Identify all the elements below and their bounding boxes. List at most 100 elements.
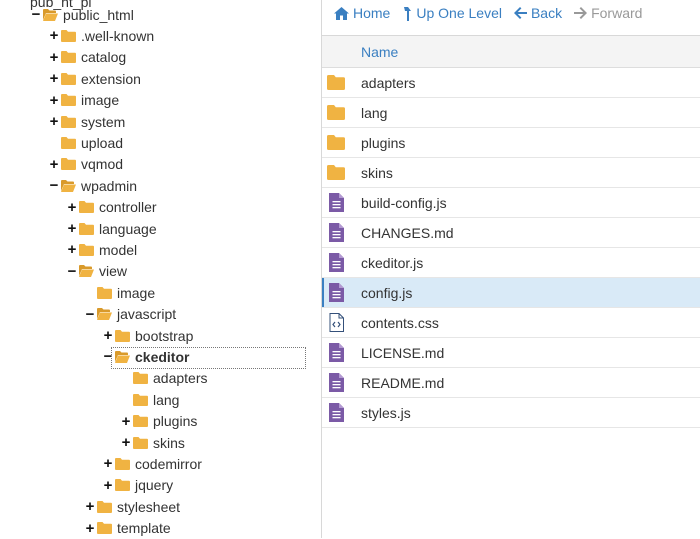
folder-icon [79, 243, 94, 256]
file-row[interactable]: config.js [322, 278, 700, 308]
tree-item-label: skins [153, 434, 185, 451]
file-name: ckeditor.js [361, 254, 424, 271]
expand-icon[interactable]: + [48, 154, 60, 175]
tree-item-public-html[interactable]: − public_html [30, 4, 136, 25]
tree-item-language[interactable]: + language [66, 218, 159, 239]
file-row[interactable]: plugins [322, 128, 700, 158]
folder-icon [97, 286, 112, 299]
file-name: CHANGES.md [361, 224, 454, 241]
file-name: styles.js [361, 404, 411, 421]
folder-open-icon [61, 179, 76, 192]
expand-icon[interactable]: + [66, 218, 78, 239]
tree-item-system[interactable]: + system [48, 111, 127, 132]
tree-item-image[interactable]: image [84, 282, 157, 303]
file-row[interactable]: lang [322, 98, 700, 128]
tree-item-codemirror[interactable]: + codemirror [102, 453, 204, 474]
expand-icon[interactable]: + [84, 518, 96, 538]
file-row[interactable]: skins [322, 158, 700, 188]
tree-item-stylesheet[interactable]: + stylesheet [84, 496, 182, 517]
folder-icon [79, 222, 94, 235]
expand-icon[interactable]: + [48, 90, 60, 111]
file-row[interactable]: ckeditor.js [322, 248, 700, 278]
folder-icon [115, 479, 130, 492]
tree-item-controller[interactable]: + controller [66, 197, 159, 218]
expand-icon[interactable]: + [66, 239, 78, 260]
file-row[interactable]: styles.js [322, 398, 700, 428]
tree-item-label: controller [99, 199, 157, 216]
tree-item-upload[interactable]: upload [48, 132, 125, 153]
file-row[interactable]: adapters [322, 68, 700, 98]
tree-item-label: image [117, 284, 156, 301]
tree-selection-box [111, 347, 306, 369]
tree-item-view[interactable]: − view [66, 261, 129, 282]
tree-item-label: extension [81, 70, 141, 87]
tree-item-adapters[interactable]: adapters [120, 368, 209, 389]
tree-item-well-known[interactable]: + .well-known [48, 25, 156, 46]
up-one-level-button[interactable]: Up One Level [402, 5, 502, 21]
tree-item-label: public_html [63, 6, 134, 23]
tree-item-label: wpadmin [81, 177, 138, 194]
expand-icon[interactable]: + [120, 432, 132, 453]
tree-item-label: jquery [135, 477, 174, 494]
expand-icon[interactable]: + [48, 25, 60, 46]
arrow-left-icon [513, 7, 527, 19]
tree-item-model[interactable]: + model [66, 239, 139, 260]
file-row[interactable]: contents.css [322, 308, 700, 338]
file-name: build-config.js [361, 194, 447, 211]
tree-item-extension[interactable]: + extension [48, 68, 143, 89]
expand-icon[interactable]: + [102, 453, 114, 474]
tree-item-label: view [99, 263, 128, 280]
expand-icon[interactable]: + [48, 68, 60, 89]
tree-item-bootstrap[interactable]: + bootstrap [102, 325, 195, 346]
tree-item-javascript[interactable]: − javascript [84, 304, 178, 325]
folder-icon [61, 51, 76, 64]
tree-item-image[interactable]: + image [48, 90, 121, 111]
code-file-icon [327, 313, 345, 333]
text-file-icon [327, 253, 345, 273]
file-name: contents.css [361, 314, 439, 331]
expand-icon[interactable]: + [66, 197, 78, 218]
tree-item-template[interactable]: + template [84, 518, 173, 538]
folder-icon [61, 115, 76, 128]
tree-item-wpadmin[interactable]: − wpadmin [48, 175, 139, 196]
forward-button[interactable]: Forward [574, 5, 642, 21]
tree-item-label: adapters [153, 370, 208, 387]
folder-open-icon [43, 8, 58, 21]
folder-icon [79, 201, 94, 214]
file-row[interactable]: build-config.js [322, 188, 700, 218]
file-row[interactable]: CHANGES.md [322, 218, 700, 248]
file-row[interactable]: README.md [322, 368, 700, 398]
collapse-icon[interactable]: − [66, 261, 78, 282]
home-button[interactable]: Home [334, 5, 390, 21]
collapse-icon[interactable]: − [30, 4, 42, 25]
back-button[interactable]: Back [513, 5, 563, 21]
folder-icon [133, 393, 148, 406]
folder-icon [61, 158, 76, 171]
folder-icon [61, 72, 76, 85]
expand-icon[interactable]: + [84, 496, 96, 517]
tree-item-plugins[interactable]: + plugins [120, 411, 199, 432]
folder-icon [61, 29, 76, 42]
expand-icon[interactable]: + [48, 47, 60, 68]
collapse-icon[interactable]: − [84, 304, 96, 325]
tree-item-label: stylesheet [117, 498, 181, 515]
tree-item-skins[interactable]: + skins [120, 432, 187, 453]
expand-icon[interactable]: + [48, 111, 60, 132]
folder-icon [61, 94, 76, 107]
expand-icon[interactable]: + [120, 411, 132, 432]
forward-label: Forward [591, 5, 643, 21]
collapse-icon[interactable]: − [48, 175, 60, 196]
text-file-icon [327, 343, 345, 363]
name-column-header[interactable]: Name [361, 44, 398, 60]
tree-item-vqmod[interactable]: + vqmod [48, 154, 125, 175]
tree-item-lang[interactable]: lang [120, 389, 181, 410]
expand-icon[interactable]: + [102, 325, 114, 346]
expand-icon[interactable]: + [102, 475, 114, 496]
back-label: Back [530, 5, 563, 21]
folder-icon [133, 436, 148, 449]
folder-icon [97, 522, 112, 535]
tree-item-jquery[interactable]: + jquery [102, 475, 175, 496]
tree-item-catalog[interactable]: + catalog [48, 47, 128, 68]
folder-icon [115, 457, 130, 470]
file-row[interactable]: LICENSE.md [322, 338, 700, 368]
